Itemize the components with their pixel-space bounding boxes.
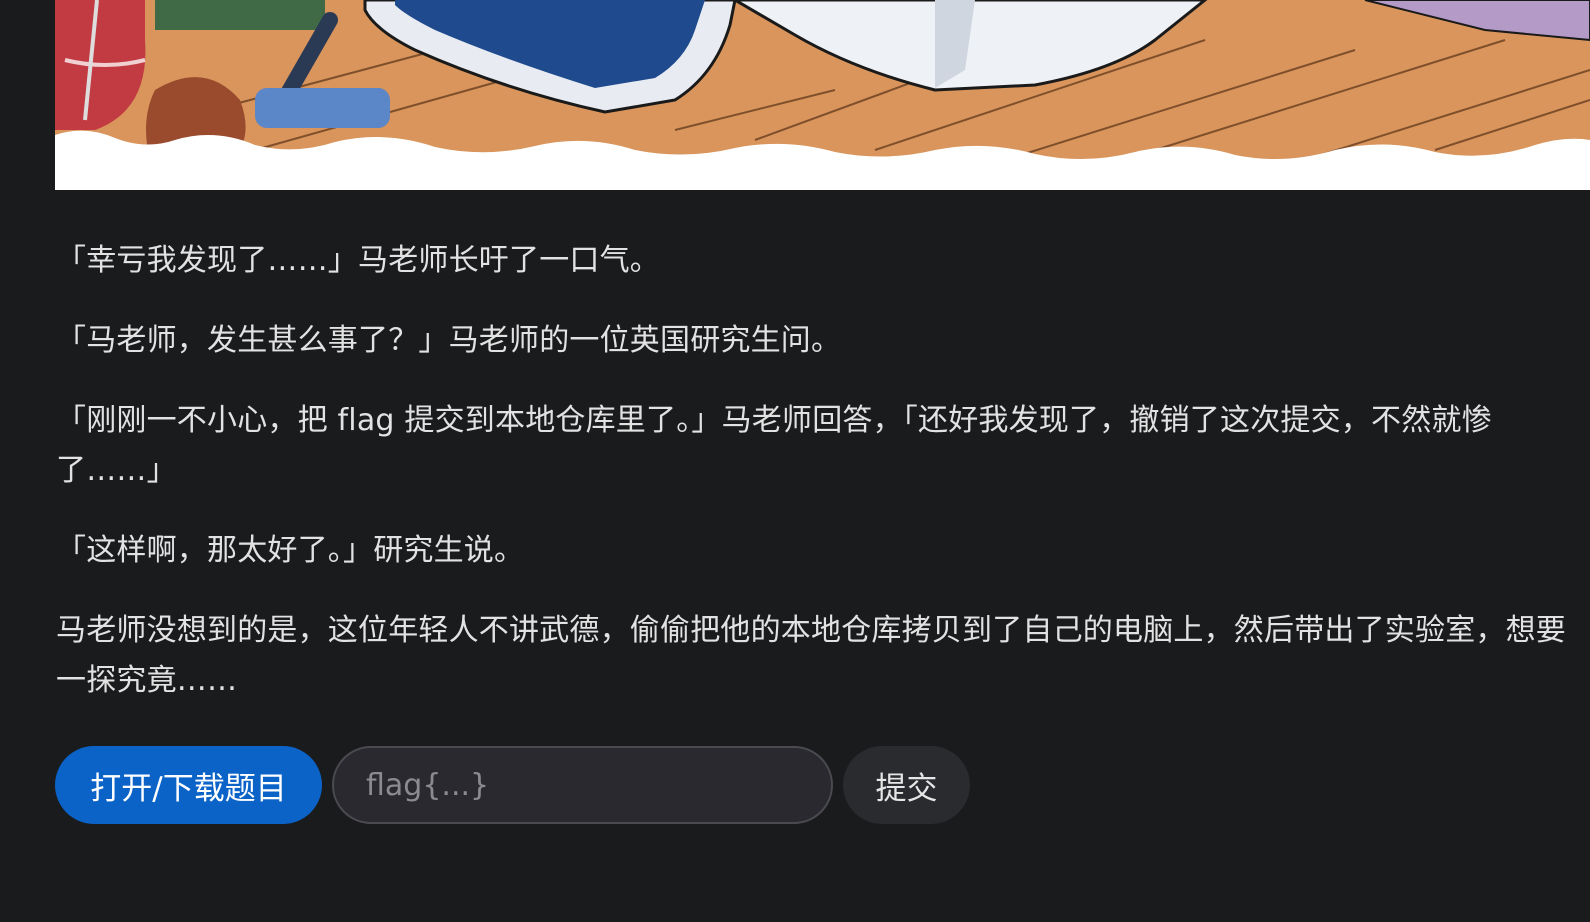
story-paragraph: 马老师没想到的是，这位年轻人不讲武德，偷偷把他的本地仓库拷贝到了自己的电脑上，然… (56, 613, 1566, 698)
story-text: 「幸亏我发现了……」马老师长吁了一口气。 「马老师，发生甚么事了？」马老师的一位… (56, 236, 1566, 736)
story-paragraph: 「马老师，发生甚么事了？」马老师的一位英国研究生问。 (56, 323, 842, 358)
story-paragraph: 「幸亏我发现了……」马老师长吁了一口气。 (56, 243, 660, 278)
open-download-button[interactable]: 打开/下载题目 (55, 746, 322, 824)
submit-button[interactable]: 提交 (843, 746, 970, 824)
flag-input[interactable] (332, 746, 833, 824)
story-paragraph: 「这样啊，那太好了。」研究生说。 (56, 533, 525, 568)
story-paragraph: 「刚刚一不小心，把 flag 提交到本地仓库里了。」马老师回答，「还好我发现了，… (56, 403, 1492, 488)
challenge-actions: 打开/下载题目 提交 (55, 746, 970, 824)
challenge-page: 「幸亏我发现了……」马老师长吁了一口气。 「马老师，发生甚么事了？」马老师的一位… (0, 0, 1590, 922)
hero-illustration (55, 0, 1590, 190)
